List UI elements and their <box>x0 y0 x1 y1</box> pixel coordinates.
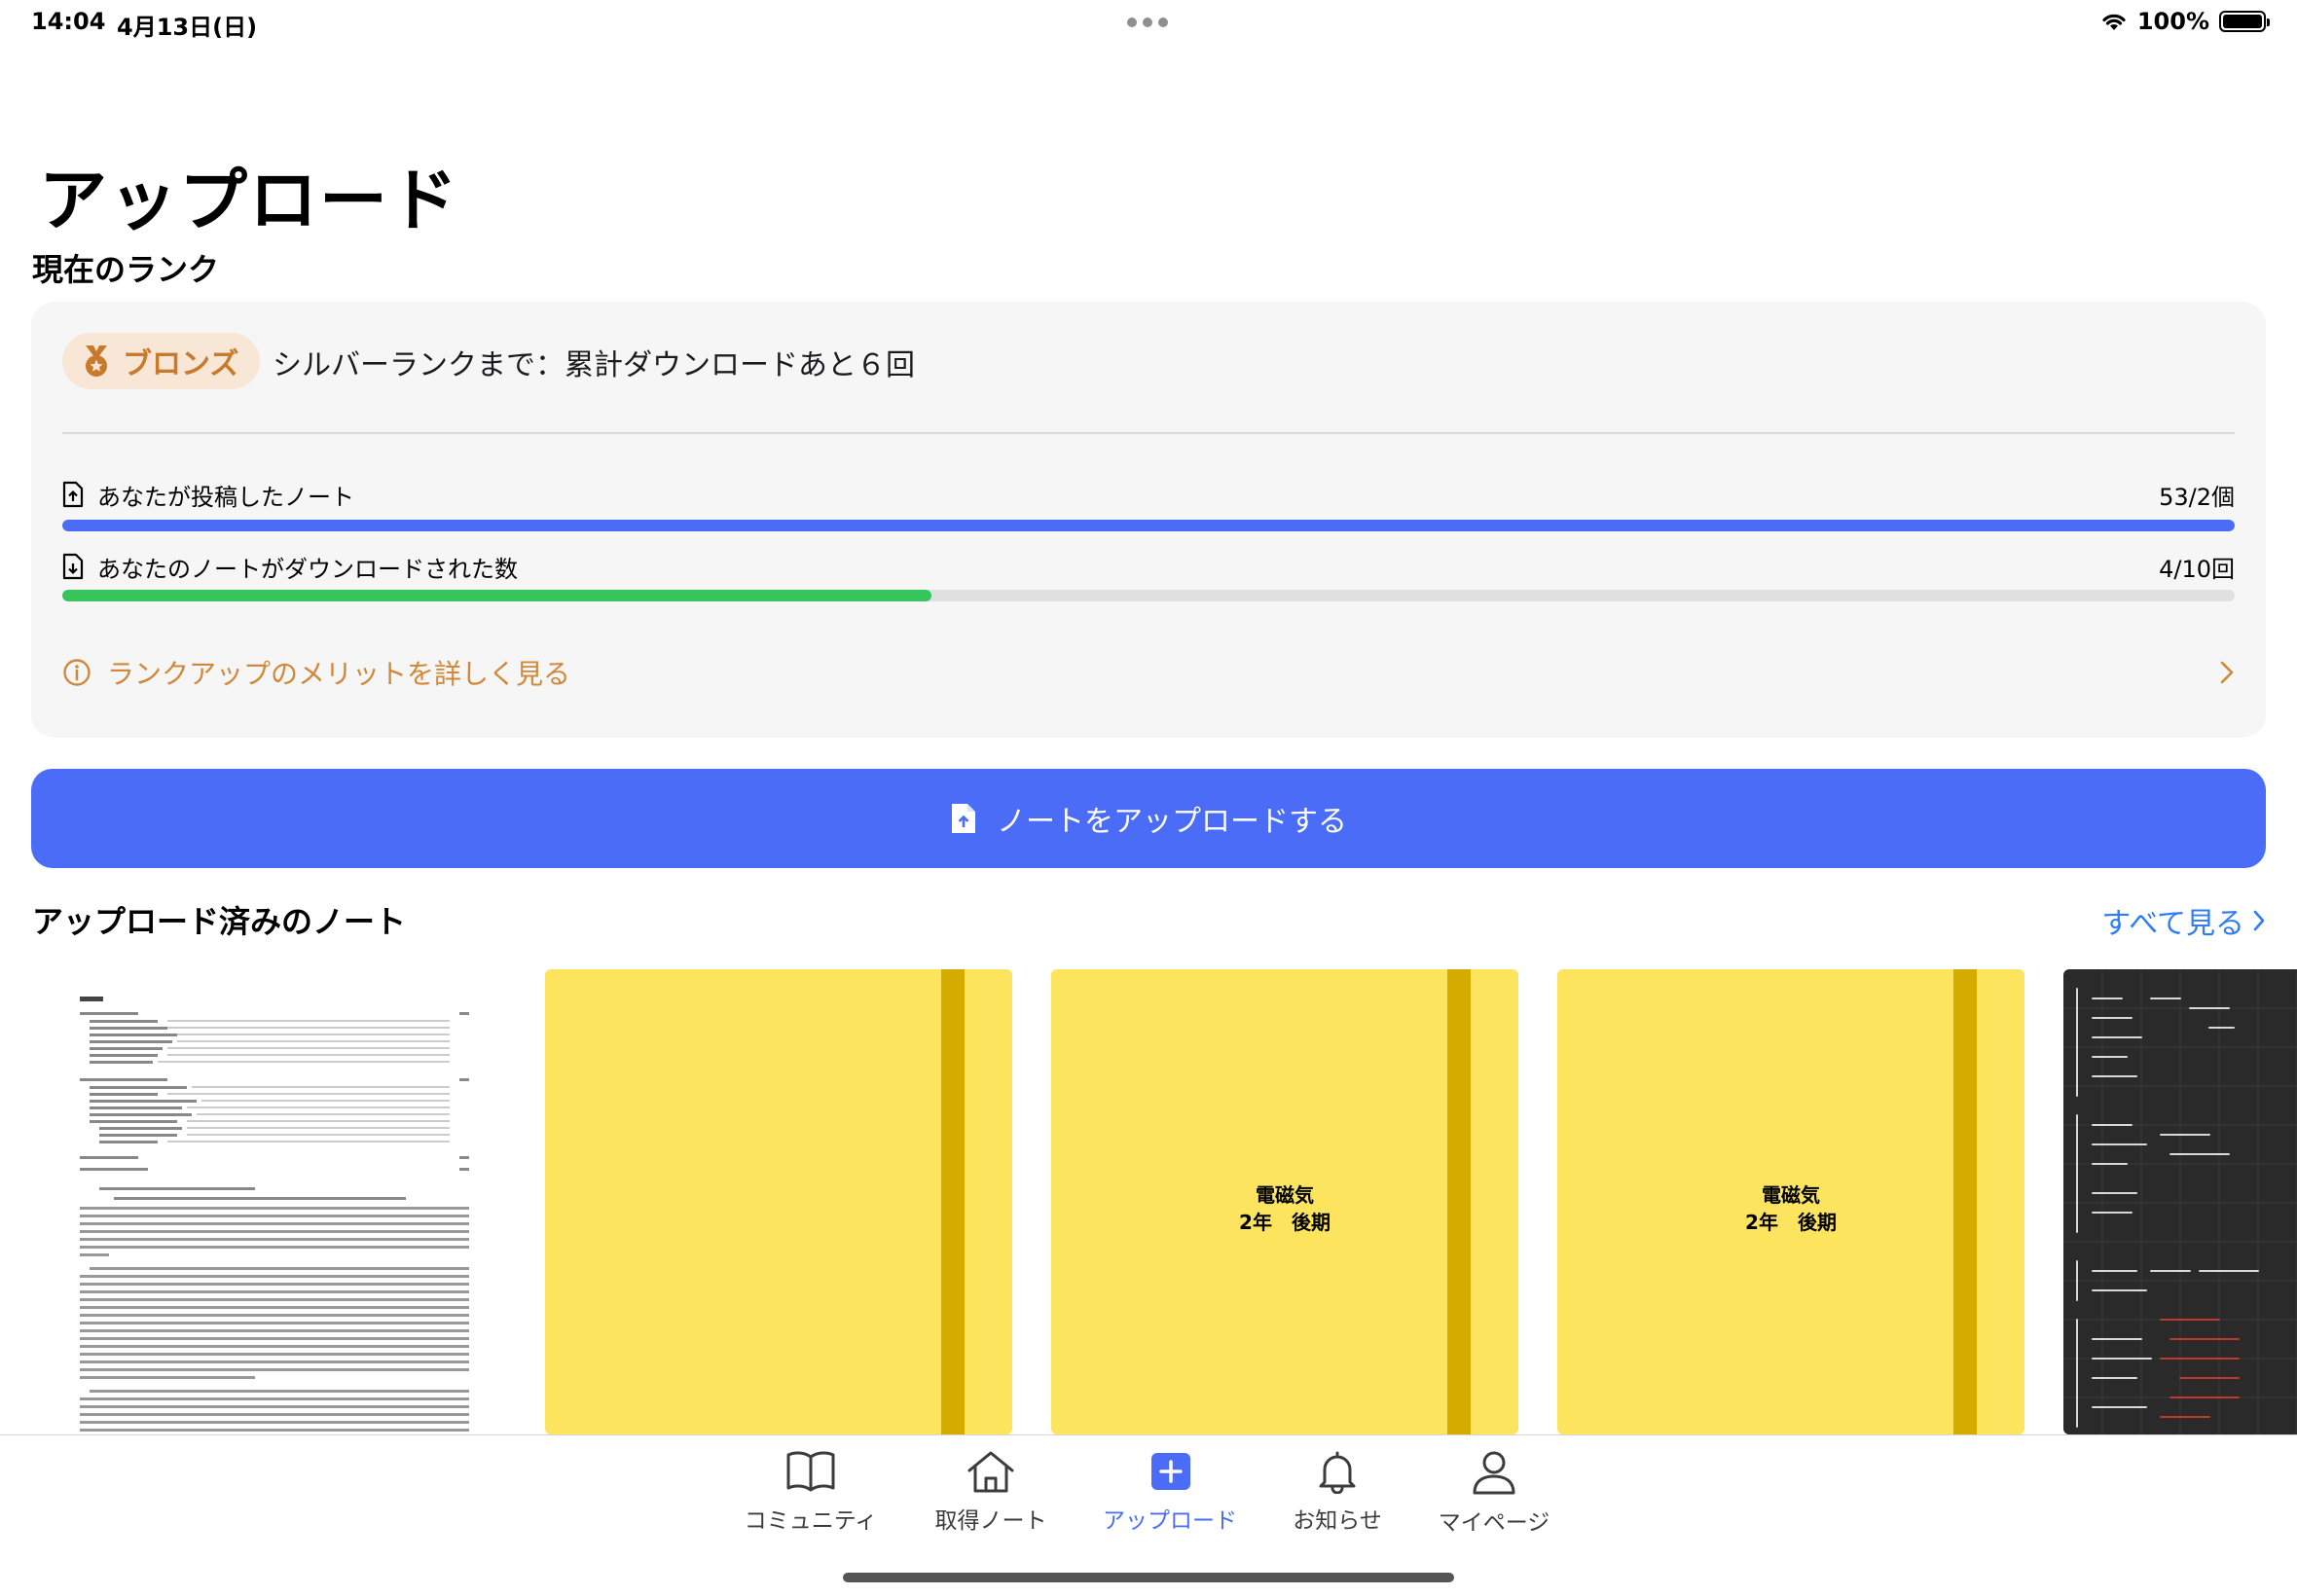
rank-merit-link[interactable]: ランクアップのメリットを詳しく見る <box>62 648 2235 697</box>
posted-notes-progress-fill <box>62 520 2235 531</box>
downloads-progress <box>62 590 2235 601</box>
multitasking-dots-icon[interactable] <box>1127 18 1168 27</box>
tab-mypage-label: マイページ <box>1438 1510 1550 1536</box>
divider <box>62 432 2235 434</box>
status-time: 14:04 <box>31 8 106 35</box>
see-all-label: すべて見る <box>2101 907 2244 941</box>
note-term: 2年 後期 <box>1239 1211 1331 1234</box>
note-card-document[interactable] <box>31 969 498 1434</box>
note-subject: 電磁気 <box>1256 1183 1314 1207</box>
rank-section-title: 現在のランク <box>32 251 220 288</box>
tab-mypage[interactable]: マイページ <box>1416 1449 1572 1537</box>
wifi-icon <box>2102 14 2126 30</box>
note-card-blackboard[interactable] <box>2063 969 2297 1434</box>
note-subject: 電磁気 <box>1762 1183 1820 1207</box>
document-upload-icon <box>62 481 84 508</box>
person-icon <box>1473 1451 1515 1495</box>
tab-community[interactable]: コミュニティ <box>733 1449 889 1535</box>
see-all-link[interactable]: すべて見る <box>2101 899 2266 942</box>
status-bar: 14:04 4月13日(日) 100% <box>0 0 2297 49</box>
plus-square-icon <box>1151 1453 1190 1490</box>
bell-icon <box>1319 1451 1356 1494</box>
downloads-row: あなたのノートがダウンロードされた数 4/10回 <box>62 547 2235 586</box>
tab-acquired-notes-label: 取得ノート <box>934 1508 1047 1534</box>
note-card-notebook[interactable]: 電磁気 2年 後期 <box>1557 969 2024 1434</box>
document-thumbnail <box>80 997 469 1432</box>
rank-badge: ブロンズ <box>62 333 261 389</box>
next-rank-text: シルバーランクまで：累計ダウンロードあと６回 <box>273 348 915 382</box>
info-icon <box>63 659 91 686</box>
tab-notifications-label: お知らせ <box>1293 1508 1382 1534</box>
downloads-value: 4/10回 <box>2159 555 2235 583</box>
posted-notes-progress <box>62 520 2235 531</box>
downloads-label: あなたのノートがダウンロードされた数 <box>97 555 518 583</box>
posted-notes-value: 53/2個 <box>2159 483 2235 511</box>
home-icon <box>967 1451 1014 1493</box>
rank-badge-label: ブロンズ <box>123 347 239 381</box>
note-title: 電磁気 2年 後期 <box>1051 1181 1518 1236</box>
status-date: 4月13日(日) <box>117 14 258 41</box>
posted-notes-label: あなたが投稿したノート <box>97 483 354 511</box>
upload-note-label: ノートをアップロードする <box>997 805 1347 839</box>
tab-upload[interactable]: アップロード <box>1092 1449 1248 1535</box>
document-upload-icon <box>952 804 975 833</box>
battery-percent: 100% <box>2136 8 2209 35</box>
home-indicator[interactable] <box>843 1573 1454 1582</box>
note-term: 2年 後期 <box>1745 1211 1837 1234</box>
note-card-notebook[interactable] <box>545 969 1012 1434</box>
note-card-notebook[interactable]: 電磁気 2年 後期 <box>1051 969 1518 1434</box>
posted-notes-row: あなたが投稿したノート 53/2個 <box>62 475 2235 514</box>
tab-upload-label: アップロード <box>1103 1508 1237 1534</box>
upload-note-button[interactable]: ノートをアップロードする <box>31 769 2266 868</box>
status-indicators: 100% <box>2100 8 2270 35</box>
rank-card: ブロンズ シルバーランクまで：累計ダウンロードあと６回 あなたが投稿したノート … <box>31 302 2266 738</box>
note-title: 電磁気 2年 後期 <box>1557 1181 2024 1236</box>
page-title: アップロード <box>39 161 459 240</box>
uploaded-notes-title: アップロード済みのノート <box>32 903 407 940</box>
chevron-right-icon <box>2220 661 2234 684</box>
downloads-progress-fill <box>62 590 931 601</box>
uploaded-notes-list: 電磁気 2年 後期 電磁気 2年 後期 <box>31 969 2297 1434</box>
document-download-icon <box>62 553 84 580</box>
book-icon <box>786 1451 835 1492</box>
rank-merit-label: ランクアップのメリットを詳しく見る <box>107 658 571 690</box>
chevron-right-icon <box>2253 910 2265 931</box>
tab-acquired-notes[interactable]: 取得ノート <box>913 1449 1069 1535</box>
medal-icon <box>86 345 107 377</box>
tab-community-label: コミュニティ <box>744 1508 878 1534</box>
tab-notifications[interactable]: お知らせ <box>1259 1449 1415 1535</box>
battery-icon <box>2219 11 2270 32</box>
notebook-band <box>941 969 965 1434</box>
blackboard-thumbnail <box>2063 969 2297 1434</box>
